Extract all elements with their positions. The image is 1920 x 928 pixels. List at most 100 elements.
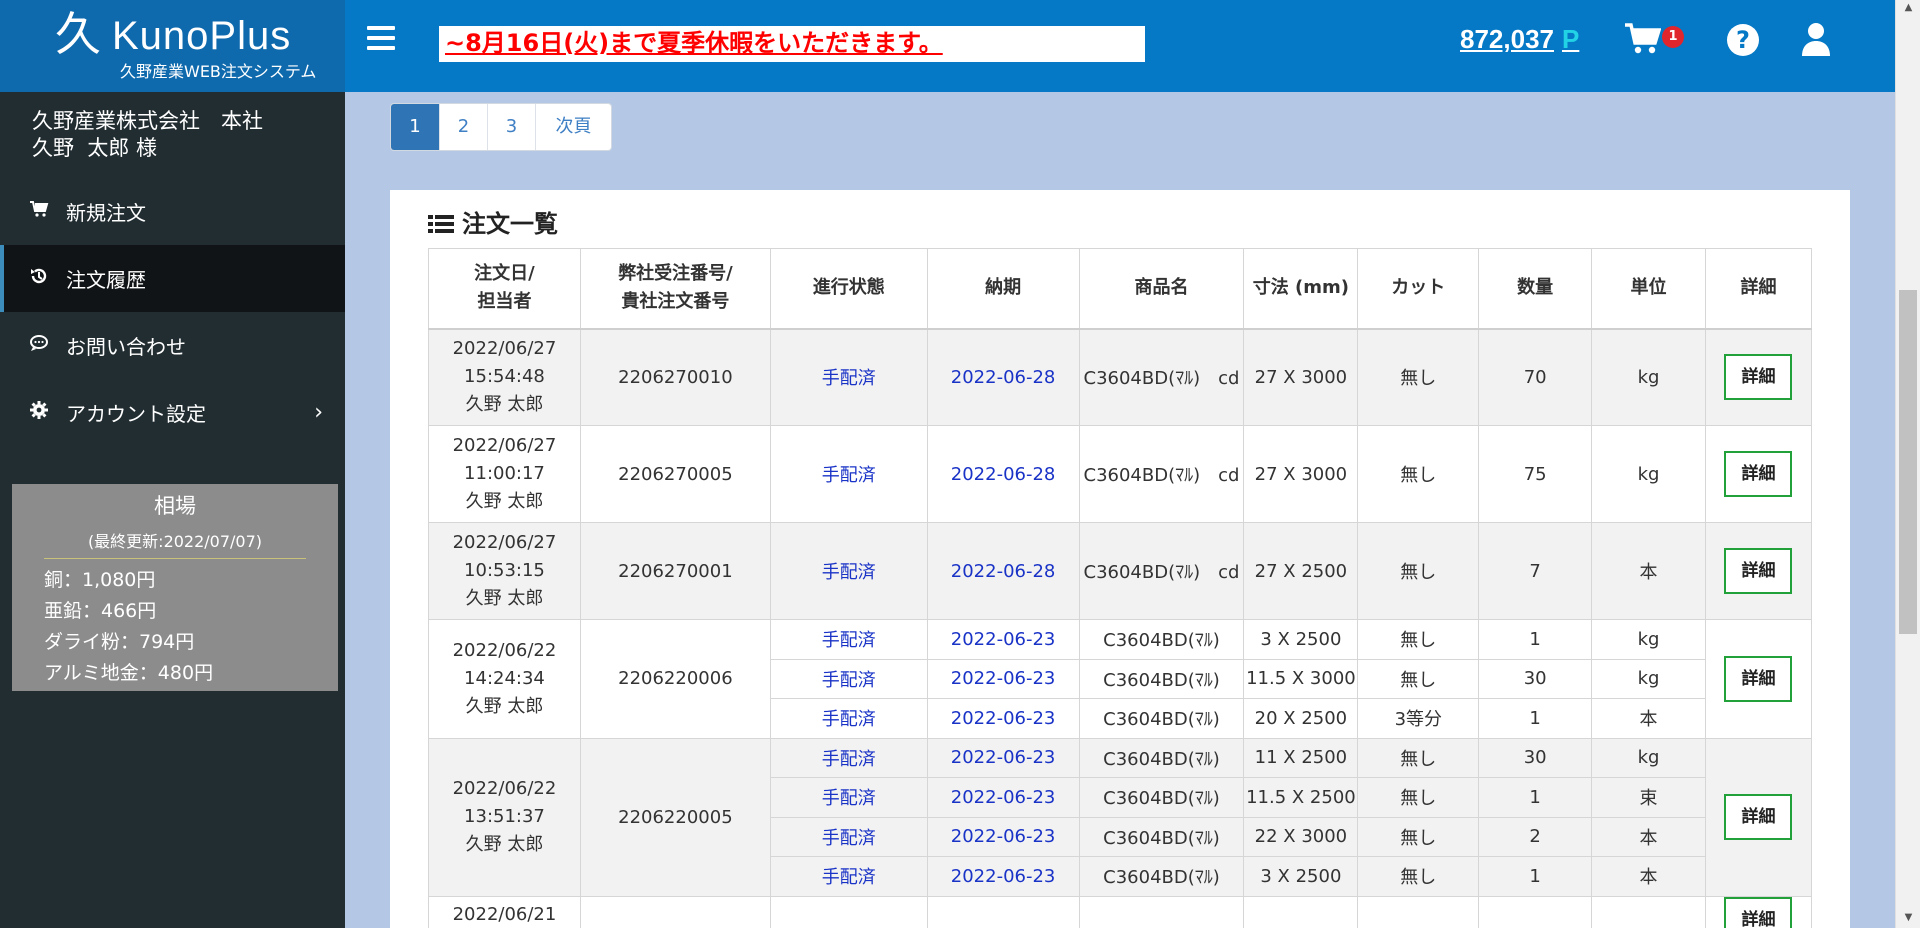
cart-icon[interactable] <box>1623 22 1667 62</box>
unit-cell: 本 <box>1591 522 1706 620</box>
qty-cell: 1 <box>1478 856 1593 897</box>
status-cell[interactable]: 手配済 <box>769 619 928 660</box>
sidebar-item-account-settings[interactable]: アカウント設定 › <box>0 379 345 446</box>
detail-cell: 詳細 <box>1704 895 1813 928</box>
scrollbar-thumb[interactable] <box>1899 290 1917 634</box>
detail-button[interactable]: 詳細 <box>1724 794 1793 840</box>
col-product: 商品名 <box>1078 248 1245 330</box>
cut-cell: 無し <box>1357 522 1480 620</box>
due-date-cell[interactable]: 2022-06-28 <box>926 425 1080 523</box>
order-date: 2022/06/22 <box>452 778 557 799</box>
due-date-cell[interactable]: 2022-06-23 <box>926 816 1080 857</box>
brand-logo[interactable]: 久 KunoPlus 久野産業WEB注文システム <box>0 0 345 92</box>
status-cell[interactable]: 手配済 <box>769 425 928 523</box>
qty-cell: 30 <box>1478 658 1593 699</box>
detail-button[interactable]: 詳細 <box>1724 451 1793 497</box>
qty-cell <box>1478 895 1593 928</box>
order-date: 2022/06/22 <box>452 639 557 661</box>
page-2-button[interactable]: 2 <box>440 104 488 150</box>
col-status: 進行状態 <box>769 248 928 330</box>
detail-button[interactable]: 詳細 <box>1724 655 1793 702</box>
unit-cell <box>1591 895 1706 928</box>
order-date-cell: 2022/06/22 13:51:37 久野 太郎 <box>428 737 581 897</box>
due-date-cell[interactable]: 2022-06-23 <box>926 658 1080 699</box>
orders-title: 注文一覧 <box>428 204 558 239</box>
status-cell[interactable]: 手配済 <box>769 522 928 620</box>
product-cell: C3604BD(ﾏﾙ) <box>1078 658 1245 699</box>
detail-button[interactable]: 詳細 <box>1724 896 1793 928</box>
detail-button[interactable]: 詳細 <box>1724 548 1793 594</box>
status-cell[interactable]: 手配済 <box>769 737 928 778</box>
detail-cell: 詳細 <box>1704 737 1813 897</box>
order-person: 久野 太郎 <box>465 834 544 855</box>
sidebar: 久 KunoPlus 久野産業WEB注文システム 久野産業株式会社 本社 久野 … <box>0 0 345 928</box>
col-due: 納期 <box>926 248 1080 330</box>
sidebar-item-new-order[interactable]: 新規注文 <box>0 178 345 245</box>
order-number-cell: 2206220005 <box>579 737 771 897</box>
next-page-button[interactable]: 次頁 <box>536 104 611 150</box>
notice-banner[interactable]: ~8月16日(火)まで夏季休暇をいただきます。 <box>439 26 1145 62</box>
due-date-cell[interactable]: 2022-06-28 <box>926 522 1080 620</box>
size-cell: 3 X 2500 <box>1243 856 1359 897</box>
due-date-cell[interactable]: 2022-06-28 <box>926 328 1080 426</box>
size-cell: 3 X 2500 <box>1243 619 1359 660</box>
sidebar-item-label: お問い合わせ <box>66 335 186 359</box>
order-person: 久野 太郎 <box>465 695 544 717</box>
order-date: 2022/06/27 <box>452 435 557 456</box>
orders-table: 注文日/担当者 弊社受注番号/貴社注文番号 進行状態 納期 商品名 寸法 (mm… <box>428 248 1813 928</box>
due-date-cell[interactable]: 2022-06-23 <box>926 737 1080 778</box>
scroll-up-icon[interactable]: ▲ <box>1896 2 1920 13</box>
due-date-cell[interactable]: 2022-06-23 <box>926 777 1080 818</box>
market-title: 相場 <box>154 494 196 518</box>
cut-cell: 無し <box>1357 619 1480 660</box>
sidebar-item-label: 注文履歴 <box>66 268 146 292</box>
logo-mark-icon: 久 <box>55 7 101 61</box>
status-cell[interactable]: 手配済 <box>769 816 928 857</box>
sidebar-item-order-history[interactable]: 注文履歴 <box>0 245 345 312</box>
product-cell: C3604BD(ﾏﾙ) <box>1078 777 1245 818</box>
unit-cell: 本 <box>1591 698 1706 739</box>
status-cell[interactable]: 手配済 <box>769 328 928 426</box>
unit-cell: kg <box>1591 619 1706 660</box>
user-name: 久野 太郎 様 <box>32 136 158 160</box>
unit-cell: 本 <box>1591 816 1706 857</box>
order-number-cell: 2206270010 <box>579 328 771 426</box>
cut-cell: 無し <box>1357 777 1480 818</box>
help-icon[interactable]: ? <box>1727 24 1759 56</box>
product-cell: C3604BD(ﾏﾙ) cd <box>1078 425 1245 523</box>
market-updated: (最終更新:2022/07/07) <box>87 532 263 551</box>
cut-cell: 無し <box>1357 425 1480 523</box>
product-cell: C3604BD(ﾏﾙ) cd <box>1078 522 1245 620</box>
table-row: 2022/06/22 13:51:37 久野 太郎 2206220005 手配済 2022… <box>428 737 1813 897</box>
detail-button[interactable]: 詳細 <box>1724 354 1793 401</box>
scroll-down-icon[interactable]: ▼ <box>1896 912 1920 923</box>
qty-cell: 75 <box>1478 425 1593 523</box>
due-date-cell[interactable]: 2022-06-23 <box>926 619 1080 660</box>
menu-toggle-icon[interactable] <box>367 26 395 50</box>
page-1-button[interactable]: 1 <box>391 104 440 150</box>
status-cell[interactable]: 手配済 <box>769 698 928 739</box>
due-date-cell[interactable]: 2022-06-23 <box>926 698 1080 739</box>
status-cell[interactable]: 手配済 <box>769 856 928 897</box>
gear-icon <box>28 400 50 425</box>
size-cell <box>1243 895 1359 928</box>
status-cell[interactable]: 手配済 <box>769 777 928 818</box>
unit-cell: kg <box>1591 328 1706 426</box>
detail-cell: 詳細 <box>1704 619 1813 739</box>
page-3-button[interactable]: 3 <box>488 104 536 150</box>
table-row: 2022/06/27 11:00:17 久野 太郎 2206270005 手配済 2022… <box>428 425 1813 523</box>
page-scrollbar[interactable]: ▲ ▼ <box>1895 0 1920 928</box>
sidebar-item-contact[interactable]: お問い合わせ <box>0 312 345 379</box>
user-profile-icon[interactable] <box>1801 22 1831 58</box>
due-date-cell[interactable]: 2022-06-23 <box>926 856 1080 897</box>
size-cell: 27 X 3000 <box>1243 328 1359 426</box>
order-date: 2022/06/27 <box>452 532 557 553</box>
due-date-cell[interactable] <box>926 895 1080 928</box>
status-cell[interactable]: 手配済 <box>769 658 928 699</box>
status-cell[interactable] <box>769 895 928 928</box>
points-balance[interactable]: 872,037 P <box>1460 24 1579 55</box>
history-icon <box>28 266 50 291</box>
order-time: 14:24:34 <box>464 667 545 689</box>
qty-cell: 1 <box>1478 619 1593 660</box>
detail-cell: 詳細 <box>1704 522 1813 620</box>
